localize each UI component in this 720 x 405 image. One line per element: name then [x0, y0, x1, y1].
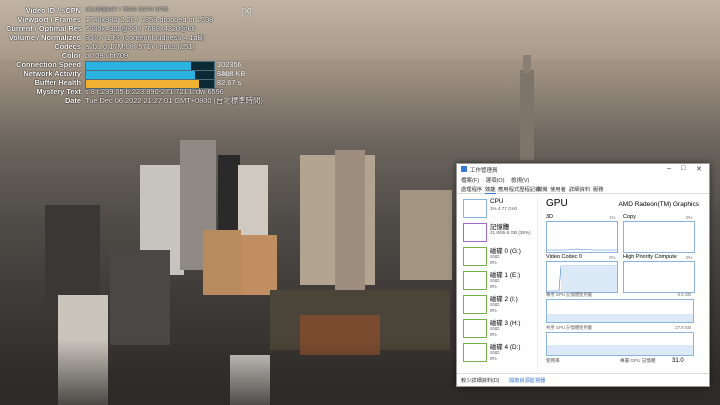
graph-label-copy[interactable]: Copy	[623, 214, 636, 220]
graph-copy	[623, 221, 695, 253]
connection-speed-fill	[86, 62, 191, 70]
graph-3d	[546, 221, 618, 253]
cpu-mini-graph	[463, 199, 487, 218]
shared-mem-max: 27.8 GB	[675, 325, 691, 330]
graph-label-video-codec[interactable]: Video Codec 0	[546, 254, 582, 260]
task-manager-window[interactable]: 工作管理員 – □ ✕ 檔案(F) 選項(O) 檢視(V) 處理程序 效能 應用…	[456, 163, 710, 387]
graph-pct-high-priority: 0%	[686, 255, 693, 260]
memory-mini-graph	[463, 223, 487, 242]
graph-shared-memory-fill	[547, 345, 693, 355]
building	[203, 230, 241, 295]
gpu-stat-value: 31.0	[672, 358, 684, 364]
building	[400, 190, 452, 280]
graph-shared-memory	[546, 332, 694, 356]
graph-dedicated-memory	[546, 299, 694, 323]
disk-mini-graph	[463, 319, 487, 338]
buffer-health-value: 82.67 s	[217, 78, 242, 87]
sidebar-item-memory[interactable]: 記憶體 21.8/55.6 GB (39%)	[461, 221, 537, 243]
performance-sidebar: CPU 1% 4.77 GHz 記憶體 21.8/55.6 GB (39%) 磁…	[457, 195, 538, 373]
fewer-details-button[interactable]: 較少詳細資料(D)	[461, 377, 499, 384]
graph-video-codec-line	[547, 265, 617, 292]
network-activity-fill	[86, 71, 195, 79]
network-activity-value: 3408 KB	[217, 69, 246, 78]
graph-label-3d[interactable]: 3D	[546, 214, 553, 220]
shared-mem-label: 共用 GPU 記憶體使用量	[546, 325, 593, 330]
gpu-name: AMD Radeon(TM) Graphics	[618, 201, 699, 208]
utilization-label: 使用率	[546, 358, 560, 363]
graph-pct-3d: 1%	[609, 215, 616, 220]
graph-dedicated-memory-fill	[547, 314, 693, 322]
building	[110, 250, 170, 345]
tab-processes[interactable]: 處理程序	[461, 185, 482, 193]
building	[335, 150, 365, 290]
sidebar-item-disk-3[interactable]: 磁碟 3 (H:) SSD 0%	[461, 317, 537, 339]
minimize-icon[interactable]: –	[667, 165, 671, 172]
sidebar-item-cpu[interactable]: CPU 1% 4.77 GHz	[461, 197, 537, 219]
tab-users[interactable]: 使用者	[550, 185, 566, 193]
tab-app-history[interactable]: 應用程式歷程記錄	[498, 185, 540, 193]
sidebar-item-disk-4[interactable]: 磁碟 4 (D:) SSD 0%	[461, 341, 537, 363]
graph-pct-copy: 0%	[686, 215, 693, 220]
dedicated-mem-label: 專用 GPU 記憶體使用量	[546, 292, 593, 297]
disk-mini-graph	[463, 295, 487, 314]
tab-details[interactable]: 詳細資料	[569, 185, 590, 193]
sidebar-item-disk-2[interactable]: 磁碟 2 (I:) SSD 0%	[461, 293, 537, 315]
graph-pct-video-codec: 0%	[609, 255, 616, 260]
disk-mini-graph	[463, 343, 487, 362]
gpu-detail-pane: GPU AMD Radeon(TM) Graphics 3D 1% Copy 0…	[543, 195, 705, 373]
graph-3d-line	[547, 248, 617, 251]
footer-bar: 較少詳細資料(D) 開啟資源監視器	[457, 373, 709, 386]
close-stats-button[interactable]: [X]	[242, 7, 252, 16]
gpu-stats-row: 使用率 專屬 GPU 記憶體 31.0	[546, 358, 706, 364]
tab-startup[interactable]: 開機	[537, 185, 548, 193]
graph-label-high-priority[interactable]: High Priority Compute	[623, 254, 677, 260]
sidebar-item-disk-0[interactable]: 磁碟 0 (G:) SSD 0%	[461, 245, 537, 267]
sidebar-item-disk-1[interactable]: 磁碟 1 (E:) SSD 0%	[461, 269, 537, 291]
menu-bar: 檔案(F) 選項(O) 檢視(V)	[461, 176, 534, 184]
tab-services[interactable]: 服務	[593, 185, 604, 193]
title-bar[interactable]: 工作管理員 – □ ✕	[457, 164, 709, 174]
graph-video-codec	[546, 261, 618, 293]
window-title: 工作管理員	[470, 168, 498, 174]
maximize-icon[interactable]: □	[681, 165, 685, 172]
disk-mini-graph	[463, 247, 487, 266]
dedicated-mem-max: 0.5 GB	[677, 292, 691, 297]
building	[241, 235, 277, 295]
close-icon[interactable]: ✕	[696, 165, 702, 173]
task-manager-icon	[461, 166, 467, 172]
tower-top	[523, 55, 531, 73]
dedicated-gpu-memory-label: 專屬 GPU 記憶體	[620, 358, 656, 363]
open-resource-monitor-link[interactable]: 開啟資源監視器	[509, 377, 545, 384]
tower	[520, 70, 534, 160]
disk-mini-graph	[463, 271, 487, 290]
stats-for-nerds-panel: [X] Video ID / sCPN zCL039j2k2Y / 7BGS S…	[6, 6, 263, 105]
tab-performance[interactable]: 效能	[485, 185, 496, 194]
graph-high-priority	[623, 261, 695, 293]
gpu-heading: GPU	[546, 198, 568, 209]
tab-bar: 處理程序 效能 應用程式歷程記錄 開機 使用者 詳細資料 服務	[457, 184, 709, 194]
